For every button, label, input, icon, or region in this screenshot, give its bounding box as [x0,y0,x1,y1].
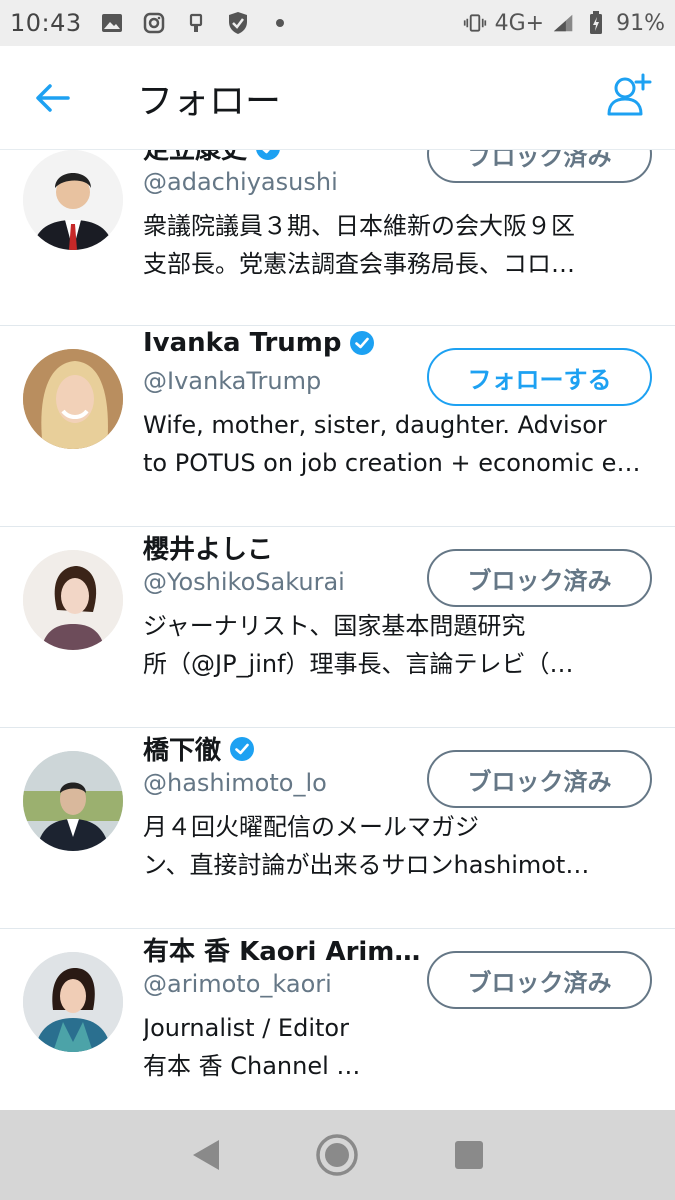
bio-line: 衆議院議員３期、日本維新の会大阪９区 [143,212,575,240]
user-name: 櫻井よしこ [143,535,274,565]
user-name: 橋下徹 [143,736,222,766]
square-recents-icon [455,1141,484,1169]
verified-badge-icon [350,331,375,355]
arrow-left-icon [36,84,70,112]
following-list: 足立康史 @adachiyasushi 衆議院議員３期、日本維新の会大阪９区 支… [0,150,675,1110]
follow-button[interactable]: フォローする [427,348,652,406]
user-bio: Wife, mother, sister, daughter. Advisor … [143,406,653,482]
bio-line: ン、直接討論が出来るサロンhashimot… [143,851,590,879]
nav-back-button[interactable] [182,1131,230,1179]
vibrate-icon [463,11,487,35]
add-user-icon [607,73,652,116]
avatar[interactable] [23,349,123,449]
blocked-button[interactable]: ブロック済み [427,150,652,183]
battery-icon [584,11,608,35]
add-user-button[interactable] [605,72,653,120]
bio-line: 有本 香 Channel … [143,1052,361,1080]
avatar[interactable] [23,952,123,1052]
user-name: 足立康史 [143,150,248,165]
battery-percent: 91% [616,10,665,36]
user-bio: 衆議院議員３期、日本維新の会大阪９区 支部長。党憲法調査会事務局長、コロ… [143,207,653,283]
user-bio: ジャーナリスト、国家基本問題研究 所（@JP_jinf）理事長、言論テレビ（… [143,607,653,683]
user-handle: @arimoto_kaori [143,970,332,998]
usb-icon [184,11,208,35]
bio-line: 月４回火曜配信のメールマガジ [143,813,479,841]
nav-recents-button[interactable] [445,1131,493,1179]
shield-icon [226,11,250,35]
instagram-icon [142,11,166,35]
blocked-button[interactable]: ブロック済み [427,549,652,607]
bio-line: Journalist / Editor [143,1014,349,1042]
bio-line: 支部長。党憲法調査会事務局長、コロ… [143,250,575,278]
verified-badge-icon [230,736,255,761]
app-header: フォロー [0,46,675,150]
user-name: Ivanka Trump [143,328,342,358]
network-type: 4G+ [494,10,545,36]
bio-line: Wife, mother, sister, daughter. Advisor [143,411,607,439]
back-button[interactable] [30,76,74,120]
blocked-button[interactable]: ブロック済み [427,951,652,1009]
bio-line: ジャーナリスト、国家基本問題研究 [143,612,526,640]
list-item[interactable]: 橋下徹 @hashimoto_lo 月４回火曜配信のメールマガジ ン、直接討論が… [0,728,675,929]
user-name: 有本 香 Kaori Arimo… [143,937,428,967]
list-item[interactable]: Ivanka Trump @IvankaTrump Wife, mother, … [0,326,675,527]
nav-home-button[interactable] [313,1131,361,1179]
user-handle: @hashimoto_lo [143,769,327,797]
triangle-back-icon [192,1140,219,1170]
user-bio: Journalist / Editor 有本 香 Channel … [143,1009,653,1085]
list-item[interactable]: 足立康史 @adachiyasushi 衆議院議員３期、日本維新の会大阪９区 支… [0,150,675,326]
signal-icon [552,11,576,35]
user-handle: @YoshikoSakurai [143,568,345,596]
avatar[interactable] [23,751,123,851]
user-handle: @adachiyasushi [143,168,338,196]
dot-icon [268,11,292,35]
page-title: フォロー [137,81,282,122]
status-bar: 10:43 4G+ 91% [0,0,675,46]
system-nav-bar [0,1110,675,1200]
status-time: 10:43 [10,9,82,37]
user-handle: @IvankaTrump [143,367,322,395]
blocked-button[interactable]: ブロック済み [427,750,652,808]
avatar[interactable] [23,550,123,650]
circle-home-icon [316,1134,359,1176]
bio-line: 所（@JP_jinf）理事長、言論テレビ（… [143,650,574,678]
verified-badge-icon [256,150,280,160]
image-icon [100,11,124,35]
user-bio: 月４回火曜配信のメールマガジ ン、直接討論が出来るサロンhashimot… [143,808,653,884]
list-item[interactable]: 櫻井よしこ @YoshikoSakurai ジャーナリスト、国家基本問題研究 所… [0,527,675,728]
bio-line: to POTUS on job creation + economic e… [143,449,641,477]
avatar[interactable] [23,150,123,250]
list-item[interactable]: 有本 香 Kaori Arimo… @arimoto_kaori Journal… [0,929,675,1110]
